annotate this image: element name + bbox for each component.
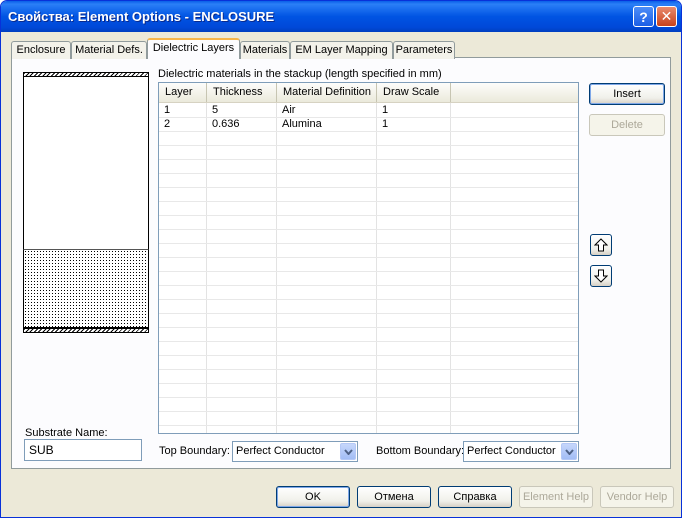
cell-material: Alumina [282, 118, 322, 130]
stackup-preview [23, 72, 149, 334]
column-header-layer[interactable]: Layer [159, 83, 207, 102]
grid-hline [159, 131, 578, 132]
vendor-help-button[interactable]: Vendor Help [600, 486, 674, 508]
arrow-up-icon [594, 238, 608, 252]
dialog-window: Свойства: Element Options - ENCLOSURE ? … [0, 0, 682, 518]
column-header-material[interactable]: Material Definition [277, 83, 377, 102]
title-bar[interactable]: Свойства: Element Options - ENCLOSURE ? … [1, 1, 681, 32]
grid-hline [159, 215, 578, 216]
grid-hline [159, 299, 578, 300]
grid-hline [159, 327, 578, 328]
tab-parameters[interactable]: Parameters [393, 41, 455, 59]
tab-enclosure[interactable]: Enclosure [11, 41, 71, 59]
ok-button[interactable]: OK [276, 486, 350, 508]
grid-header: Layer Thickness Material Definition Draw… [159, 83, 578, 103]
column-header-thickness[interactable]: Thickness [207, 83, 277, 102]
chevron-down-icon[interactable] [340, 443, 356, 460]
grid-hline [159, 285, 578, 286]
tab-dielectric-layers[interactable]: Dielectric Layers [147, 38, 240, 59]
substrate-name-label: Substrate Name: [25, 427, 108, 439]
tab-material-defs[interactable]: Material Defs. [71, 41, 147, 59]
table-row[interactable]: 1 5 Air 1 [159, 104, 578, 117]
cell-thickness: 0.636 [212, 118, 240, 130]
bottom-boundary-label: Bottom Boundary: [376, 445, 465, 457]
stackup-caption: Dielectric materials in the stackup (len… [158, 68, 442, 80]
column-header-draw-scale[interactable]: Draw Scale [377, 83, 451, 102]
top-boundary-select[interactable]: Perfect Conductor [232, 441, 358, 462]
grid-hline [159, 425, 578, 426]
grid-hline [159, 243, 578, 244]
layer-air-preview [23, 77, 149, 249]
cell-thickness: 5 [212, 104, 219, 116]
delete-button[interactable]: Delete [589, 114, 665, 136]
move-up-button[interactable] [590, 234, 612, 256]
grid-hline [159, 369, 578, 370]
bottom-boundary-value: Perfect Conductor [467, 445, 556, 457]
grid-hline [159, 229, 578, 230]
insert-button[interactable]: Insert [589, 83, 665, 105]
element-help-button[interactable]: Element Help [519, 486, 593, 508]
grid-hline [159, 313, 578, 314]
top-boundary-value: Perfect Conductor [236, 445, 325, 457]
tab-em-layer-mapping[interactable]: EM Layer Mapping [290, 41, 393, 59]
grid-body: 1 5 Air 1 2 0.636 Alumina 1 [159, 103, 578, 433]
close-icon[interactable]: ✕ [656, 6, 677, 27]
grid-hline [159, 411, 578, 412]
grid-hline [159, 257, 578, 258]
cancel-button[interactable]: Отмена [357, 486, 431, 508]
top-boundary-label: Top Boundary: [159, 445, 230, 457]
grid-hline [159, 271, 578, 272]
grid-hline [159, 159, 578, 160]
layers-grid[interactable]: Layer Thickness Material Definition Draw… [158, 82, 579, 434]
substrate-name-input[interactable]: SUB [24, 439, 142, 461]
grid-hline [159, 173, 578, 174]
grid-hline [159, 355, 578, 356]
move-down-button[interactable] [590, 265, 612, 287]
grid-hline [159, 145, 578, 146]
cell-layer: 1 [164, 104, 171, 116]
table-row[interactable]: 2 0.636 Alumina 1 [159, 118, 578, 131]
bottom-boundary-hatch [23, 328, 149, 333]
tab-materials[interactable]: Materials [240, 41, 290, 59]
arrow-down-icon [594, 269, 608, 283]
cell-material: Air [282, 104, 296, 116]
window-title: Свойства: Element Options - ENCLOSURE [8, 9, 275, 24]
layer-alumina-preview [23, 249, 149, 328]
help-button[interactable]: Справка [438, 486, 512, 508]
grid-hline [159, 397, 578, 398]
cell-layer: 2 [164, 118, 171, 130]
grid-hline [159, 201, 578, 202]
grid-hline [159, 341, 578, 342]
grid-hline [159, 383, 578, 384]
grid-hline [159, 187, 578, 188]
cell-draw-scale: 1 [382, 104, 389, 116]
help-icon[interactable]: ? [633, 6, 654, 27]
chevron-down-icon[interactable] [561, 443, 577, 460]
cell-draw-scale: 1 [382, 118, 389, 130]
bottom-boundary-select[interactable]: Perfect Conductor [463, 441, 579, 462]
